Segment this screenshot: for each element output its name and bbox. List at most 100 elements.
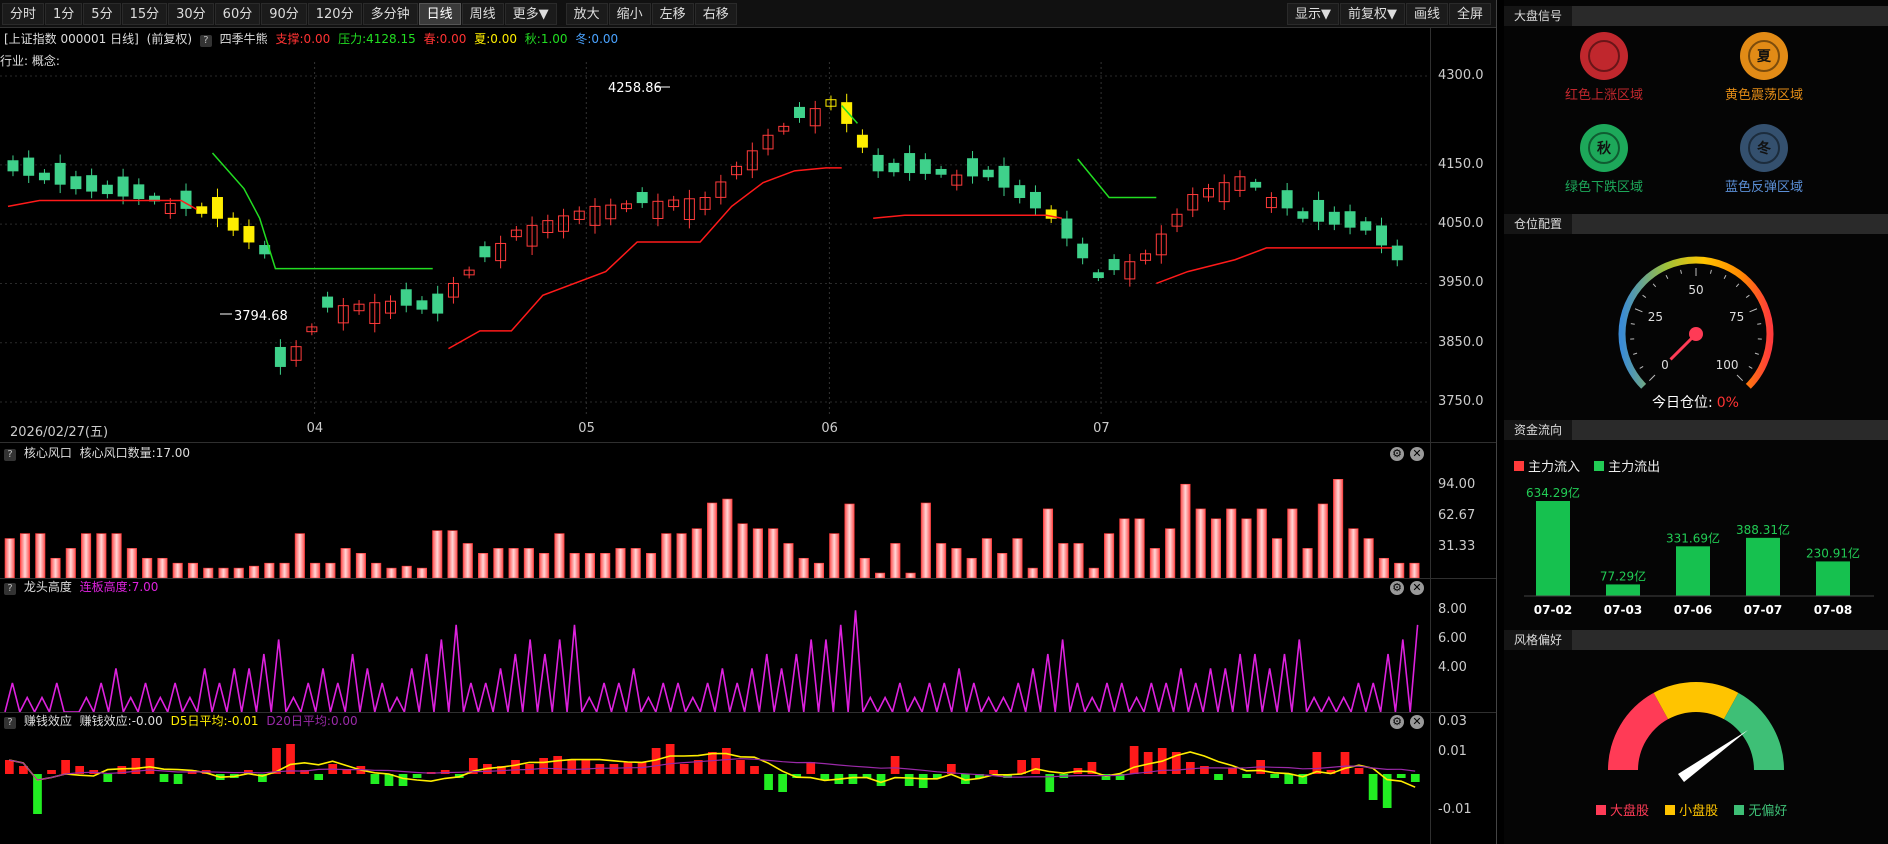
style-title: 风格偏好: [1504, 630, 1573, 650]
candle: [369, 293, 381, 333]
panel1-axis: 94.00 62.67 31.33: [1432, 462, 1496, 578]
action-button[interactable]: 左移: [651, 2, 694, 25]
panel3-tick: 0.03: [1438, 714, 1467, 729]
gear-icon[interactable]: ⚙: [1390, 447, 1404, 461]
candle: [1297, 207, 1309, 223]
action-button[interactable]: 缩小: [608, 2, 651, 25]
theme-bar: [661, 533, 672, 578]
theme-bar: [539, 553, 550, 578]
help-icon[interactable]: ?: [199, 35, 212, 47]
candle: [1092, 269, 1104, 282]
season-glyph: [1588, 40, 1620, 72]
tool-button[interactable]: 全屏: [1448, 3, 1491, 25]
theme-bar: [462, 543, 473, 578]
flow-header: 资金流向: [1504, 420, 1888, 440]
period-button[interactable]: 分时: [2, 2, 45, 25]
theme-bar: [1058, 543, 1069, 578]
theme-bar: [966, 557, 977, 578]
adjust-label: (前复权): [146, 32, 193, 46]
signal-item: 夏黄色震荡区域: [1684, 32, 1844, 103]
season-badge-icon: 冬: [1740, 124, 1788, 172]
period-button[interactable]: 更多▼: [504, 2, 557, 25]
gear-icon[interactable]: ⚙: [1390, 715, 1404, 729]
season-glyph: 夏: [1748, 40, 1780, 72]
flow-date-label: 07-02: [1534, 603, 1572, 617]
candlestick-chart[interactable]: 4258.86 3794.68: [0, 62, 1430, 416]
theme-bar: [1012, 538, 1023, 578]
candle: [227, 212, 239, 237]
candle: [935, 165, 947, 178]
help-icon[interactable]: ?: [4, 583, 16, 595]
period-button[interactable]: 5分: [83, 2, 121, 25]
period-button[interactable]: 90分: [261, 2, 307, 25]
capital-flow-chart: 634.29亿 07-02 77.29亿 07-03 331.69亿 07-06 388.3…: [1524, 485, 1874, 617]
period-button[interactable]: 1分: [45, 2, 83, 25]
action-button[interactable]: 放大: [565, 2, 608, 25]
theme-bar: [615, 548, 626, 578]
candle: [101, 180, 113, 199]
candle: [542, 214, 554, 239]
candle: [573, 206, 585, 225]
profit-bar: [314, 774, 324, 780]
candle: [683, 189, 695, 229]
period-button[interactable]: 60分: [214, 2, 261, 25]
profit-bar: [61, 760, 70, 774]
period-button[interactable]: 120分: [307, 2, 362, 25]
panel1-tick: 62.67: [1438, 508, 1476, 524]
no-pref-sector: [1723, 692, 1784, 770]
theme-bar: [1210, 518, 1222, 578]
theme-bar: [157, 557, 168, 578]
panel3-d20: D20日平均:0.00: [266, 714, 358, 728]
theme-bar: [1149, 548, 1160, 578]
theme-bar: [111, 533, 122, 578]
indicator-name: 四季牛熊: [219, 32, 268, 46]
winter-value: 冬:0.00: [575, 32, 619, 46]
profit-bar: [145, 758, 155, 774]
theme-bar: [783, 543, 794, 578]
gauge-tick: 25: [1648, 310, 1663, 324]
candle: [1328, 206, 1340, 231]
candle: [589, 198, 601, 234]
theme-bar: [142, 557, 153, 578]
profit-bar: [1228, 768, 1237, 774]
theme-bar: [508, 548, 519, 578]
help-icon[interactable]: ?: [4, 717, 16, 729]
price-axis: 4300.0 4150.0 4050.0 3950.0 3850.0 3750.0: [1432, 62, 1496, 416]
candle: [762, 128, 774, 156]
candle: [38, 169, 50, 184]
period-button[interactable]: 多分钟: [362, 2, 418, 25]
theme-bar: [1073, 543, 1084, 578]
tool-button[interactable]: 前复权▼: [1339, 3, 1405, 25]
tool-button[interactable]: 画线: [1405, 3, 1448, 25]
flow-date-label: 07-07: [1744, 603, 1782, 617]
period-button[interactable]: 15分: [121, 2, 168, 25]
position-title: 仓位配置: [1504, 214, 1573, 234]
candle: [1234, 170, 1246, 197]
theme-bar: [187, 562, 198, 578]
profit-bar: [750, 766, 759, 774]
theme-bar: [1119, 518, 1130, 578]
close-icon[interactable]: ✕: [1410, 581, 1424, 595]
gear-icon[interactable]: ⚙: [1390, 581, 1404, 595]
profit-effect-bars: [5, 744, 1420, 814]
flow-date-label: 07-08: [1814, 603, 1852, 617]
flow-bar: [1536, 501, 1570, 596]
close-icon[interactable]: ✕: [1410, 715, 1424, 729]
period-button[interactable]: 30分: [168, 2, 214, 25]
leader-height-line: [4, 610, 1419, 712]
theme-bar: [1378, 557, 1389, 578]
tool-button[interactable]: 显示▼: [1286, 3, 1339, 25]
profit-bar: [904, 774, 914, 786]
candle: [1155, 225, 1167, 264]
candle: [778, 122, 790, 135]
period-button[interactable]: 周线: [461, 2, 504, 25]
profit-bar: [1284, 774, 1294, 784]
theme-bar: [50, 557, 61, 578]
profit-bar: [764, 774, 773, 790]
candle: [1061, 210, 1073, 247]
help-icon[interactable]: ?: [4, 449, 16, 461]
close-icon[interactable]: ✕: [1410, 447, 1424, 461]
action-button[interactable]: 右移: [694, 2, 737, 25]
candle: [400, 282, 412, 313]
period-button[interactable]: 日线: [418, 2, 461, 25]
